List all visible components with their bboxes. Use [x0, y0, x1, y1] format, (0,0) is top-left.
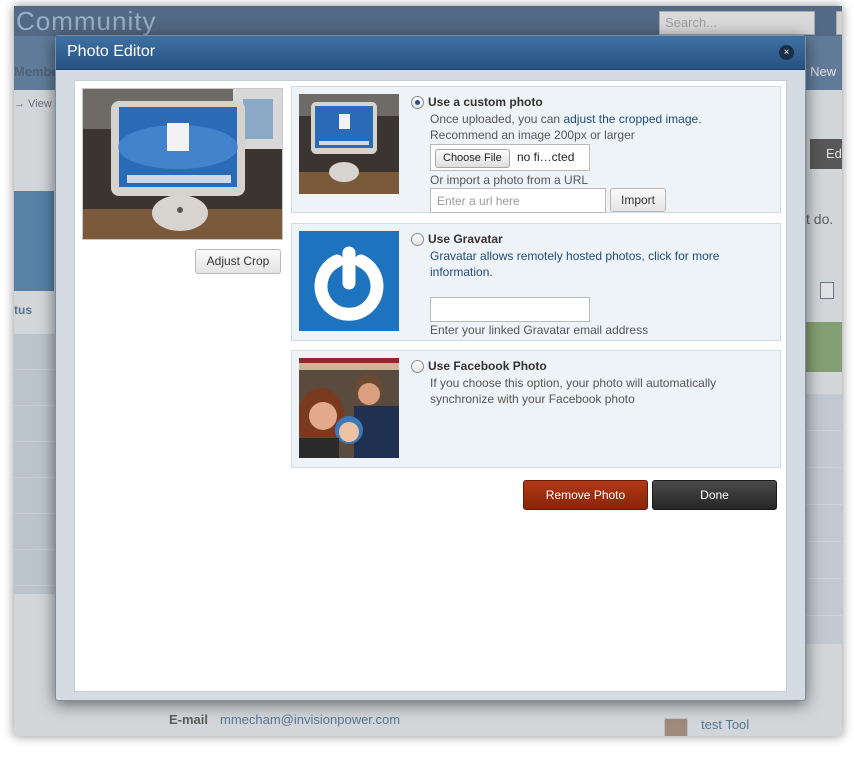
custom-photo-description: Once uploaded, you can adjust the croppe…: [430, 112, 702, 126]
custom-photo-description-text: Once uploaded, you can: [430, 112, 564, 126]
dialog-title: Photo Editor: [67, 43, 156, 60]
facebook-description-line1: If you choose this option, your photo wi…: [430, 376, 717, 390]
gravatar-radio[interactable]: [411, 233, 424, 246]
facebook-label[interactable]: Use Facebook Photo: [428, 359, 547, 373]
photo-editor-dialog: Photo Editor × Adjust Crop Use a custom …: [55, 35, 806, 701]
done-button[interactable]: Done: [652, 480, 777, 510]
adjust-cropped-image-link[interactable]: adjust the cropped image: [563, 112, 698, 126]
file-upload-field: Choose File no fi…cted: [430, 144, 590, 171]
custom-photo-radio[interactable]: [411, 96, 424, 109]
gravatar-email-hint: Enter your linked Gravatar email address: [430, 323, 649, 337]
facebook-description-line2: synchronize with your Facebook photo: [430, 392, 635, 406]
gravatar-info-link-continued[interactable]: information.: [430, 265, 493, 279]
gravatar-option: Use Gravatar Gravatar allows remotely ho…: [291, 223, 781, 341]
gravatar-info-link[interactable]: Gravatar allows remotely hosted photos, …: [430, 249, 719, 263]
choose-file-button[interactable]: Choose File: [435, 149, 510, 168]
facebook-radio[interactable]: [411, 360, 424, 373]
photo-url-input[interactable]: [430, 188, 606, 213]
import-button[interactable]: Import: [610, 188, 666, 212]
facebook-option: Use Facebook Photo If you choose this op…: [291, 350, 781, 468]
file-name-text: no fi…cted: [517, 150, 575, 164]
gravatar-label[interactable]: Use Gravatar: [428, 232, 503, 246]
current-photo: [82, 88, 283, 240]
gravatar-icon: [299, 231, 399, 331]
custom-photo-label[interactable]: Use a custom photo: [428, 95, 543, 109]
custom-photo-option: Use a custom photo Once uploaded, you ca…: [291, 86, 781, 213]
remove-photo-button[interactable]: Remove Photo: [523, 480, 648, 510]
adjust-crop-button[interactable]: Adjust Crop: [195, 249, 281, 274]
custom-photo-description-end: .: [698, 112, 702, 126]
facebook-photo-thumbnail: [299, 358, 399, 458]
dialog-content: Adjust Crop Use a custom photo Once uplo…: [74, 80, 787, 692]
url-import-prompt: Or import a photo from a URL: [430, 173, 589, 187]
gravatar-email-input[interactable]: [430, 297, 590, 322]
custom-photo-thumbnail: [299, 94, 399, 194]
dialog-titlebar: Photo Editor ×: [56, 36, 805, 70]
image-size-hint: Recommend an image 200px or larger: [430, 128, 635, 142]
close-icon[interactable]: ×: [779, 45, 794, 60]
